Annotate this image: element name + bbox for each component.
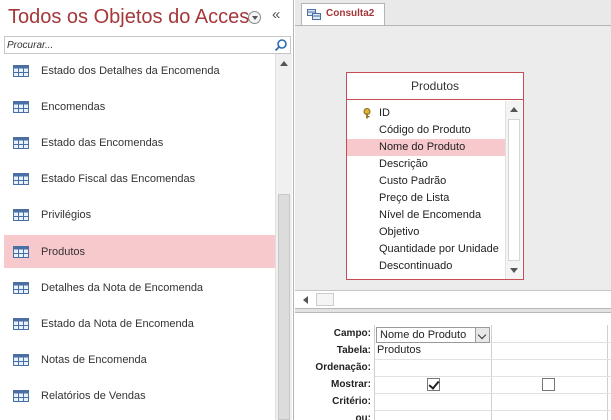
design-grid: Campo: Tabela: Ordenação: Mostrar: Crité… — [295, 313, 611, 420]
collapse-pane-icon[interactable]: « — [272, 6, 280, 23]
list-item-label: Privilégios — [41, 209, 92, 222]
list-item[interactable]: Estado da Nota de Encomenda — [4, 307, 275, 340]
table-pane: Produtos ID Código do Produto Nome do Prod… — [295, 25, 611, 290]
table-field[interactable]: Quantidade por Unidade — [347, 241, 505, 258]
row-label-criteria: Critério: — [332, 396, 371, 407]
list-item[interactable]: Notas de Encomenda — [4, 343, 275, 376]
table-field[interactable]: Descontinuado — [347, 258, 505, 275]
table-field[interactable]: Objetivo — [347, 224, 505, 241]
table-icon — [13, 137, 29, 150]
row-label-sort: Ordenação: — [315, 362, 371, 373]
list-item[interactable]: Relatórios de Vendas — [4, 379, 275, 412]
list-item-label: Relatórios de Vendas — [41, 389, 146, 402]
scroll-thumb[interactable] — [316, 293, 334, 306]
tab-label: Consulta2 — [326, 8, 375, 19]
table-icon — [13, 245, 29, 258]
list-item-label: Estado dos Detalhes da Encomenda — [41, 65, 220, 77]
list-item-label: Estado das Encomendas — [41, 137, 164, 150]
table-field[interactable]: ID — [347, 105, 505, 122]
primary-key-icon — [363, 108, 371, 119]
scroll-thumb[interactable] — [508, 119, 520, 261]
list-item-label: Estado da Nota de Encomenda — [41, 317, 194, 330]
field-label: Custo Padrão — [379, 175, 447, 187]
search-icon[interactable] — [274, 38, 288, 52]
field-label: Código do Produto — [379, 124, 471, 136]
scroll-up-icon[interactable] — [510, 107, 518, 112]
grid-row-line — [375, 376, 611, 377]
scroll-left-icon[interactable] — [303, 296, 308, 304]
object-list: Estado dos Detalhes da Encomenda Encomend… — [4, 54, 275, 420]
scroll-thumb[interactable] — [278, 194, 290, 420]
nav-title: Todos os Objetos do Access — [8, 6, 260, 28]
show-checkbox-col2[interactable] — [542, 378, 555, 391]
list-item[interactable]: Estado dos Detalhes da Encomenda — [4, 54, 275, 87]
horizontal-scrollbar[interactable] — [295, 290, 611, 308]
row-label-or: ou: — [355, 413, 371, 420]
field-label: ID — [379, 107, 390, 119]
table-field[interactable]: Nível de Encomenda — [347, 207, 505, 224]
list-item-label: Notas de Encomenda — [41, 353, 147, 366]
table-icon — [13, 281, 29, 294]
chevron-down-icon[interactable] — [475, 328, 489, 342]
row-label-field: Campo: — [333, 328, 371, 339]
query-designer-area: Consulta2 Produtos ID Código do Produto No… — [295, 0, 611, 420]
table-icon — [13, 101, 29, 114]
search-box — [4, 36, 291, 54]
table-field[interactable]: Custo Padrão — [347, 173, 505, 190]
field-select-col1[interactable]: Nome do Produto — [376, 327, 490, 343]
table-icon — [13, 209, 29, 222]
list-item-label: Detalhes da Nota de Encomenda — [41, 281, 204, 294]
scroll-up-icon[interactable] — [280, 61, 288, 66]
grid-row-line — [375, 393, 611, 394]
field-label: Nível de Encomenda — [379, 209, 482, 221]
row-label-table: Tabela: — [336, 345, 371, 356]
list-item[interactable]: Estado Fiscal das Encomendas — [4, 162, 275, 195]
grid-column-divider — [491, 325, 492, 420]
table-icon — [13, 389, 29, 402]
field-label: Descontinuado — [379, 260, 453, 272]
field-label: Descrição — [379, 158, 428, 170]
table-cell-col1[interactable]: Produtos — [377, 344, 421, 356]
field-label: Objetivo — [379, 226, 420, 238]
list-item[interactable]: Estado das Encomendas — [4, 126, 275, 159]
search-input[interactable] — [7, 38, 267, 52]
list-item[interactable]: Produtos — [4, 234, 275, 268]
field-label: Quantidade por Unidade — [379, 243, 499, 255]
list-item[interactable]: Privilégios — [4, 198, 275, 231]
grid-row-line — [375, 410, 611, 411]
table-icon — [13, 65, 29, 77]
table-icon — [13, 353, 29, 366]
list-item[interactable]: Encomendas — [4, 90, 275, 123]
grid-column-divider — [607, 325, 608, 420]
scroll-down-icon[interactable] — [510, 268, 518, 273]
table-field[interactable]: Preço de Lista — [347, 190, 505, 207]
table-field[interactable]: Descrição — [347, 156, 505, 173]
list-item-label: Estado Fiscal das Encomendas — [41, 173, 196, 186]
show-checkbox-col1[interactable] — [427, 378, 440, 391]
field-value: Nome do Produto — [380, 329, 467, 341]
table-box-produtos[interactable]: Produtos ID Código do Produto Nome do Prod… — [346, 72, 524, 280]
nav-scrollbar[interactable] — [275, 54, 292, 420]
tab-consulta2[interactable]: Consulta2 — [301, 3, 385, 25]
navigation-pane: Todos os Objetos do Access « Estado dos … — [0, 0, 294, 420]
list-item-label: Produtos — [41, 245, 86, 258]
nav-menu-dropdown-icon[interactable] — [248, 11, 261, 24]
table-box-scrollbar[interactable] — [505, 101, 522, 279]
list-item-label: Encomendas — [41, 101, 106, 114]
field-label: Nome do Produto — [379, 141, 466, 153]
grid-column-divider — [374, 325, 375, 420]
grid-row-line — [375, 359, 611, 360]
query-icon — [307, 9, 321, 20]
table-box-title: Produtos — [347, 73, 523, 100]
row-label-show: Mostrar: — [330, 379, 371, 390]
table-field[interactable]: Código do Produto — [347, 122, 505, 139]
table-icon — [13, 173, 29, 186]
list-item[interactable]: Detalhes da Nota de Encomenda — [4, 271, 275, 304]
field-label: Preço de Lista — [379, 192, 450, 204]
field-cell-col2[interactable] — [493, 327, 605, 342]
table-field[interactable]: Nome do Produto — [347, 139, 505, 156]
table-icon — [13, 317, 29, 330]
document-tabs: Consulta2 — [295, 0, 611, 25]
